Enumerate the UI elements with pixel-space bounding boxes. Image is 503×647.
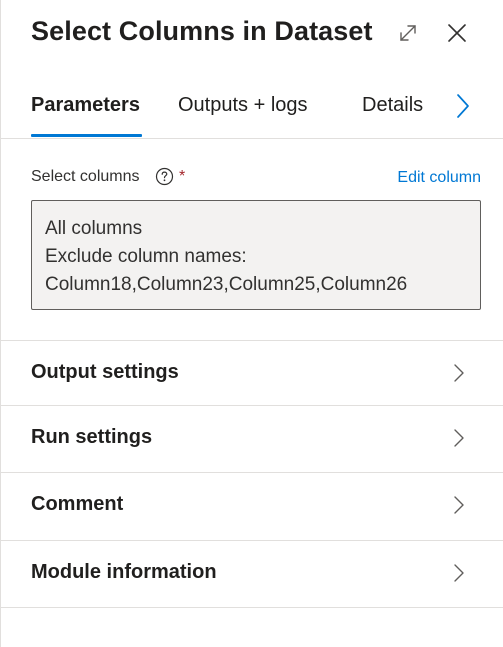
- selected-columns-field[interactable]: All columns Exclude column names: Column…: [31, 200, 481, 310]
- section-label: Output settings: [31, 361, 179, 383]
- required-asterisk: *: [179, 168, 186, 185]
- divider: [1, 607, 503, 608]
- tab-outputs-logs[interactable]: Outputs + logs: [178, 94, 308, 117]
- active-tab-indicator: [31, 134, 142, 137]
- close-button[interactable]: [445, 21, 469, 45]
- section-comment[interactable]: Comment: [1, 472, 503, 539]
- edit-column-link[interactable]: Edit column: [397, 169, 481, 187]
- selected-columns-line: All columns: [45, 218, 143, 239]
- select-columns-label-row: Select columns * Edit column: [31, 166, 481, 190]
- section-label: Comment: [31, 493, 124, 515]
- chevron-right-icon: [454, 564, 464, 582]
- tabs-scroll-right-button[interactable]: [452, 92, 474, 120]
- chevron-right-icon: [454, 496, 464, 514]
- tab-parameters[interactable]: Parameters: [31, 94, 140, 117]
- close-icon: [448, 24, 466, 42]
- chevron-right-icon: [454, 364, 464, 382]
- selected-columns-line: Column18,Column23,Column25,Column26: [45, 274, 408, 295]
- expand-diagonal-icon: [400, 25, 416, 41]
- tab-bar: Parameters Outputs + logs Details: [1, 82, 503, 139]
- section-module-information[interactable]: Module information: [1, 540, 503, 607]
- section-output-settings[interactable]: Output settings: [1, 340, 503, 407]
- section-run-settings[interactable]: Run settings: [1, 405, 503, 472]
- tab-details[interactable]: Details: [362, 94, 423, 117]
- expand-button[interactable]: [397, 22, 419, 44]
- panel-title: Select Columns in Dataset: [31, 16, 373, 46]
- selected-columns-line: Exclude column names:: [45, 246, 247, 267]
- section-label: Module information: [31, 561, 217, 583]
- chevron-right-icon: [457, 94, 469, 118]
- help-circle-icon[interactable]: [155, 167, 174, 186]
- panel-header: Select Columns in Dataset: [1, 0, 503, 72]
- select-columns-label: Select columns: [31, 168, 140, 185]
- section-label: Run settings: [31, 426, 153, 448]
- chevron-right-icon: [454, 429, 464, 447]
- module-details-panel: Select Columns in Dataset Parameters Out…: [0, 0, 503, 647]
